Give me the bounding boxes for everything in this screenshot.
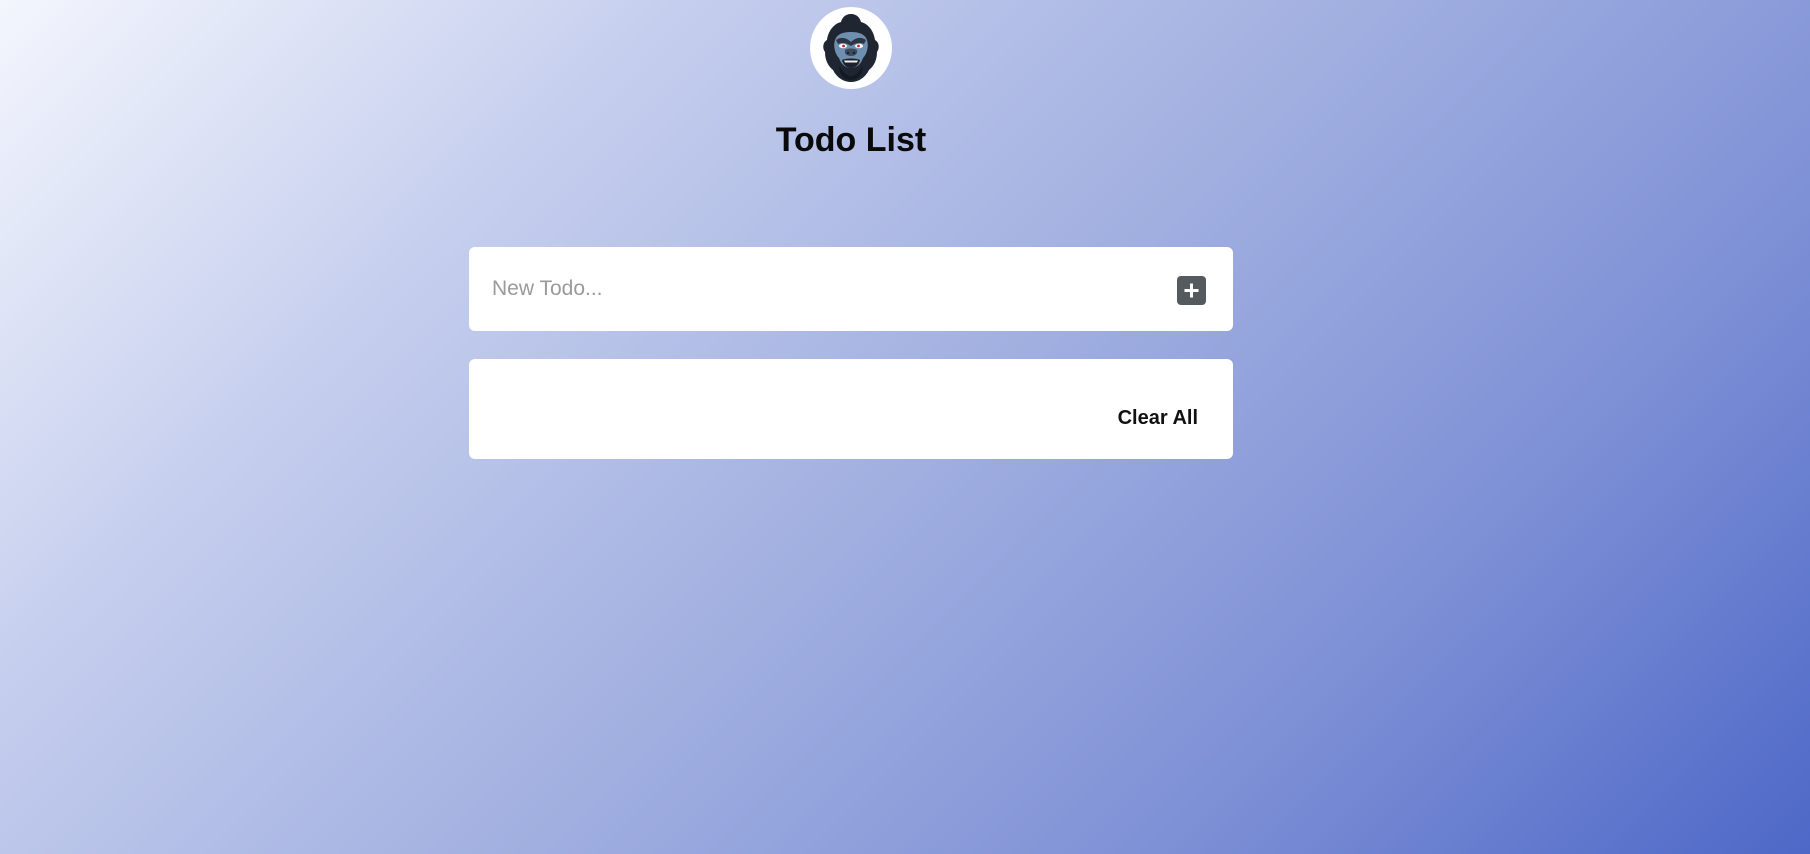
new-todo-input[interactable] <box>492 269 1152 309</box>
clear-all-button[interactable]: Clear All <box>1118 407 1198 430</box>
todo-list-card: Clear All <box>469 359 1233 459</box>
add-todo-button[interactable] <box>1177 276 1206 305</box>
page-title: Todo List <box>775 121 927 159</box>
new-todo-card <box>469 247 1233 331</box>
plus-icon <box>1184 283 1199 298</box>
gorilla-logo-icon <box>810 7 892 89</box>
